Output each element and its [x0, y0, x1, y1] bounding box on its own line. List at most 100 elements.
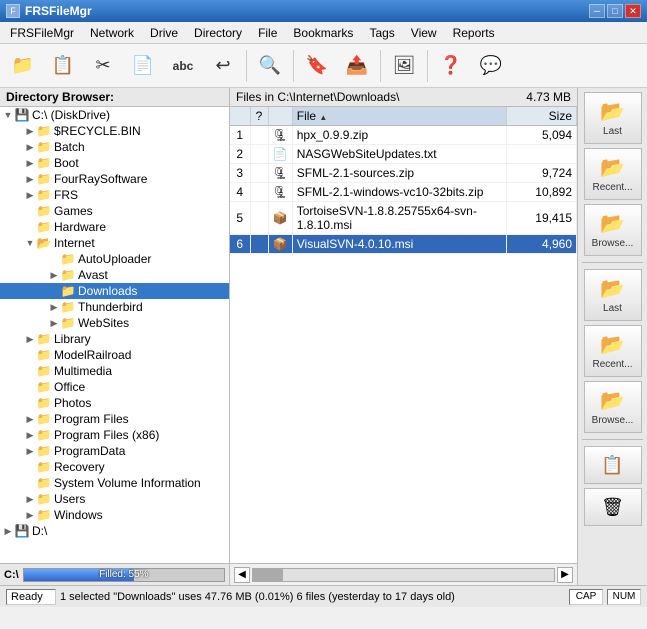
expand-multimedia[interactable] [24, 365, 36, 377]
expand-programdata[interactable]: ▶ [24, 445, 36, 457]
right-copy-btn[interactable]: 📋 [584, 446, 642, 484]
tree-item-windows[interactable]: ▶ 📁 Windows [0, 507, 229, 523]
tree-item-users[interactable]: ▶ 📁 Users [0, 491, 229, 507]
files-table-container[interactable]: ? File ▲ Size 1 🗜 hpx_0.9.9.zip 5,094 2 … [230, 107, 577, 563]
file-check[interactable] [250, 126, 268, 145]
menu-directory[interactable]: Directory [186, 22, 250, 43]
menu-drive[interactable]: Drive [142, 22, 186, 43]
right-browse-btn-bottom[interactable]: 📂 Browse... [584, 381, 642, 433]
nav-right-btn[interactable]: ▶ [557, 567, 573, 583]
expand-office[interactable] [24, 381, 36, 393]
minimize-button[interactable]: ─ [589, 4, 605, 18]
expand-d-drive[interactable]: ▶ [2, 525, 14, 537]
tree-item-sysvolinfo[interactable]: 📁 System Volume Information [0, 475, 229, 491]
nav-left-btn[interactable]: ◀ [234, 567, 250, 583]
col-header-file[interactable]: File ▲ [292, 107, 506, 126]
expand-games[interactable] [24, 205, 36, 217]
tree-item-programdata[interactable]: ▶ 📁 ProgramData [0, 443, 229, 459]
table-row[interactable]: 3 🗜 SFML-2.1-sources.zip 9,724 [230, 164, 577, 183]
tree-item-recycle[interactable]: ▶ 📁 $RECYCLE.BIN [0, 123, 229, 139]
tree-item-boot[interactable]: ▶ 📁 Boot [0, 155, 229, 171]
tree-item-thunderbird[interactable]: ▶ 📁 Thunderbird [0, 299, 229, 315]
expand-sysvolinfo[interactable] [24, 477, 36, 489]
right-recent-btn-top[interactable]: 📂 Recent... [584, 148, 642, 200]
menu-frsfilemgr[interactable]: FRSFileMgr [2, 22, 82, 43]
file-check[interactable] [250, 145, 268, 164]
right-browse-btn-top[interactable]: 📂 Browse... [584, 204, 642, 256]
expand-autouploader[interactable] [48, 253, 60, 265]
expand-windows[interactable]: ▶ [24, 509, 36, 521]
tree-item-d-drive[interactable]: ▶ 💾 D:\ [0, 523, 229, 539]
expand-library[interactable]: ▶ [24, 333, 36, 345]
expand-programfiles[interactable]: ▶ [24, 413, 36, 425]
file-check[interactable] [250, 183, 268, 202]
tree-item-office[interactable]: 📁 Office [0, 379, 229, 395]
expand-frs[interactable]: ▶ [24, 189, 36, 201]
col-header-check[interactable]: ? [250, 107, 268, 126]
files-scrollbar[interactable] [252, 568, 555, 582]
expand-c-drive[interactable]: ▼ [2, 109, 14, 121]
tree-item-downloads[interactable]: 📁 Downloads [0, 283, 229, 299]
file-check[interactable] [250, 164, 268, 183]
expand-thunderbird[interactable]: ▶ [48, 301, 60, 313]
expand-programfilesx86[interactable]: ▶ [24, 429, 36, 441]
tree-item-games[interactable]: 📁 Games [0, 203, 229, 219]
tree-item-avast[interactable]: ▶ 📁 Avast [0, 267, 229, 283]
toolbar-help-btn[interactable]: ❓ [432, 47, 470, 85]
expand-fourray[interactable]: ▶ [24, 173, 36, 185]
expand-users[interactable]: ▶ [24, 493, 36, 505]
expand-internet[interactable]: ▼ [24, 237, 36, 249]
tree-item-fourray[interactable]: ▶ 📁 FourRaySoftware [0, 171, 229, 187]
tree-item-recovery[interactable]: 📁 Recovery [0, 459, 229, 475]
tree-item-c-drive[interactable]: ▼ 💾 C:\ (DiskDrive) [0, 107, 229, 123]
tree-item-programfiles[interactable]: ▶ 📁 Program Files [0, 411, 229, 427]
tree-item-photos[interactable]: 📁 Photos [0, 395, 229, 411]
toolbar-browse-btn[interactable]: 🔍 [251, 47, 289, 85]
expand-boot[interactable]: ▶ [24, 157, 36, 169]
directory-tree[interactable]: ▼ 💾 C:\ (DiskDrive) ▶ 📁 $RECYCLE.BIN ▶ 📁… [0, 107, 229, 563]
table-row[interactable]: 6 📦 VisualSVN-4.0.10.msi 4,960 [230, 235, 577, 254]
tree-item-hardware[interactable]: 📁 Hardware [0, 219, 229, 235]
toolbar-copy-btn[interactable]: 📋 [44, 47, 82, 85]
expand-downloads[interactable] [48, 285, 60, 297]
menu-file[interactable]: File [250, 22, 285, 43]
tree-item-multimedia[interactable]: 📁 Multimedia [0, 363, 229, 379]
table-row[interactable]: 1 🗜 hpx_0.9.9.zip 5,094 [230, 126, 577, 145]
menu-network[interactable]: Network [82, 22, 142, 43]
expand-recycle[interactable]: ▶ [24, 125, 36, 137]
tree-item-internet[interactable]: ▼ 📂 Internet [0, 235, 229, 251]
tree-item-autouploader[interactable]: 📁 AutoUploader [0, 251, 229, 267]
toolbar-bookmark-btn[interactable]: 🔖 [298, 47, 336, 85]
tree-item-library[interactable]: ▶ 📁 Library [0, 331, 229, 347]
expand-hardware[interactable] [24, 221, 36, 233]
tree-item-programfilesx86[interactable]: ▶ 📁 Program Files (x86) [0, 427, 229, 443]
menu-view[interactable]: View [403, 22, 445, 43]
toolbar-cut-btn[interactable]: ✂ [84, 47, 122, 85]
toolbar-open-btn[interactable]: 📁 [4, 47, 42, 85]
menu-bookmarks[interactable]: Bookmarks [285, 22, 361, 43]
table-row[interactable]: 5 📦 TortoiseSVN-1.8.8.25755x64-svn-1.8.1… [230, 202, 577, 235]
toolbar-rename-btn[interactable]: abc [164, 47, 202, 85]
tree-item-modelrailroad[interactable]: 📁 ModelRailroad [0, 347, 229, 363]
col-header-size[interactable]: Size [507, 107, 577, 126]
file-check[interactable] [250, 202, 268, 235]
expand-modelrailroad[interactable] [24, 349, 36, 361]
menu-tags[interactable]: Tags [361, 22, 402, 43]
tree-item-batch[interactable]: ▶ 📁 Batch [0, 139, 229, 155]
right-recent-btn-bottom[interactable]: 📂 Recent... [584, 325, 642, 377]
expand-websites[interactable]: ▶ [48, 317, 60, 329]
close-button[interactable]: ✕ [625, 4, 641, 18]
expand-photos[interactable] [24, 397, 36, 409]
expand-recovery[interactable] [24, 461, 36, 473]
toolbar-upload-btn[interactable]: 📤 [338, 47, 376, 85]
maximize-button[interactable]: □ [607, 4, 623, 18]
right-delete-btn[interactable]: 🗑 [584, 488, 642, 526]
toolbar-comment-btn[interactable]: 💬 [472, 47, 510, 85]
tree-item-frs[interactable]: ▶ 📁 FRS [0, 187, 229, 203]
file-check[interactable] [250, 235, 268, 254]
expand-batch[interactable]: ▶ [24, 141, 36, 153]
toolbar-undo-btn[interactable]: ↩ [204, 47, 242, 85]
right-last-btn-top[interactable]: 📂 Last [584, 92, 642, 144]
toolbar-paste-btn[interactable]: 📄 [124, 47, 162, 85]
table-row[interactable]: 4 🗜 SFML-2.1-windows-vc10-32bits.zip 10,… [230, 183, 577, 202]
